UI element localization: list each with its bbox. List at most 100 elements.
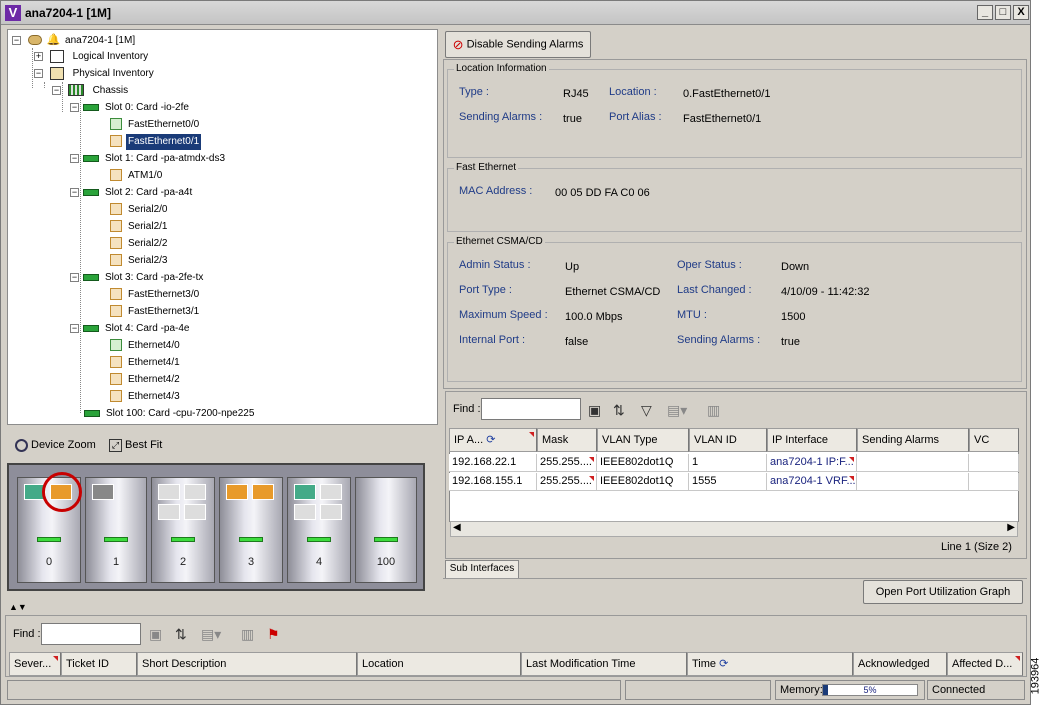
sort-icon[interactable]: ⇅: [175, 626, 187, 642]
col-sending-alarms[interactable]: Sending Alarms: [857, 428, 969, 452]
save-icon[interactable]: ▣: [588, 402, 601, 418]
collapse-icon[interactable]: −: [70, 154, 79, 163]
table-cell[interactable]: IEEE802dot1Q: [597, 473, 689, 491]
table-cell-link[interactable]: ana7204-1 VRF...: [767, 473, 857, 491]
table-cell[interactable]: 192.168.22.1: [449, 454, 537, 472]
col-last-modification-time[interactable]: Last Modification Time: [521, 652, 687, 676]
export-icon[interactable]: ▤▾: [667, 402, 687, 418]
port-icon: [110, 339, 122, 352]
collapse-icon[interactable]: −: [70, 324, 79, 333]
chassis-slot-1[interactable]: 1: [85, 477, 147, 583]
cell-text: ana7204-1 IP:F...: [770, 456, 854, 468]
horizontal-scrollbar[interactable]: ◀ ▶: [450, 521, 1018, 537]
chassis-slot-4[interactable]: 4: [287, 477, 351, 583]
tab-sub-interfaces[interactable]: Sub Interfaces: [445, 560, 519, 578]
scroll-right-icon[interactable]: ▶: [1007, 522, 1015, 533]
properties-icon[interactable]: ▥: [707, 402, 720, 418]
col-time[interactable]: Time ⟳: [687, 652, 853, 676]
port-module: [184, 504, 206, 520]
collapse-icon[interactable]: −: [70, 103, 79, 112]
col-ticket-id[interactable]: Ticket ID: [61, 652, 137, 676]
col-acknowledged[interactable]: Acknowledged: [853, 652, 947, 676]
tree-node-slot4[interactable]: − Slot 4: Card -pa-4e: [70, 321, 192, 337]
expand-icon[interactable]: +: [34, 52, 43, 61]
table-cell[interactable]: 1555: [689, 473, 767, 491]
tree-node-slot100[interactable]: Slot 100: Card -cpu-7200-npe225: [84, 406, 256, 422]
export-icon[interactable]: ▤▾: [201, 626, 221, 642]
table-cell[interactable]: 255.255....: [537, 454, 597, 472]
tree-node-fastethernet0-1[interactable]: FastEthernet0/1: [110, 134, 202, 150]
scroll-left-icon[interactable]: ◀: [453, 522, 461, 533]
maximize-button[interactable]: □: [995, 5, 1011, 20]
tree-node-root[interactable]: − 🔔 ana7204-1 [1M]: [12, 32, 137, 48]
group-title: Location Information: [454, 63, 549, 74]
internal-port-label: Internal Port :: [459, 334, 526, 346]
tree-node-ethernet4-3[interactable]: Ethernet4/3: [110, 389, 182, 405]
col-ip-interface[interactable]: IP Interface: [767, 428, 857, 452]
table-cell[interactable]: [969, 473, 1019, 491]
tree-node-logical-inventory[interactable]: + Logical Inventory: [34, 49, 150, 65]
save-icon[interactable]: ▣: [149, 626, 162, 642]
table-cell[interactable]: 1: [689, 454, 767, 472]
table-cell-link[interactable]: ana7204-1 IP:F...: [767, 454, 857, 472]
tree-node-fastethernet3-0[interactable]: FastEthernet3/0: [110, 287, 201, 303]
tree-node-serial2-2[interactable]: Serial2/2: [110, 236, 169, 252]
col-mask[interactable]: Mask: [537, 428, 597, 452]
chassis-slot-0[interactable]: 0: [17, 472, 82, 583]
table-cell[interactable]: [857, 454, 969, 472]
best-fit-button[interactable]: ⤢ Best Fit: [109, 435, 171, 457]
collapse-icon[interactable]: −: [70, 188, 79, 197]
col-vlan-type[interactable]: VLAN Type: [597, 428, 689, 452]
col-vc[interactable]: VC: [969, 428, 1019, 452]
collapse-icon[interactable]: −: [34, 69, 43, 78]
tree-node-slot0[interactable]: − Slot 0: Card -io-2fe: [70, 100, 191, 116]
tree-node-serial2-1[interactable]: Serial2/1: [110, 219, 169, 235]
chassis-slot-2[interactable]: 2: [151, 477, 215, 583]
tree-label-physical: Physical Inventory: [72, 68, 154, 79]
filter-icon[interactable]: ▽: [641, 402, 652, 418]
tree-label-logical: Logical Inventory: [72, 51, 149, 62]
tree-node-physical-inventory[interactable]: − Physical Inventory: [34, 66, 156, 82]
table-cell[interactable]: [857, 473, 969, 491]
sort-icon[interactable]: ⇅: [613, 402, 625, 418]
table-cell[interactable]: 255.255....: [537, 473, 597, 491]
device-zoom-button[interactable]: Device Zoom: [15, 435, 103, 457]
collapse-icon[interactable]: −: [52, 86, 61, 95]
tree-node-slot3[interactable]: − Slot 3: Card -pa-2fe-tx: [70, 270, 205, 286]
col-location[interactable]: Location: [357, 652, 521, 676]
col-label: Mask: [542, 434, 569, 446]
tree-node-ethernet4-2[interactable]: Ethernet4/2: [110, 372, 182, 388]
tree-node-serial2-0[interactable]: Serial2/0: [110, 202, 169, 218]
tree-node-slot2[interactable]: − Slot 2: Card -pa-a4t: [70, 185, 194, 201]
collapse-icon[interactable]: −: [70, 273, 79, 282]
splitter-arrows-icon[interactable]: ▲▼: [9, 603, 27, 612]
open-port-utilization-graph-button[interactable]: Open Port Utilization Graph: [863, 580, 1023, 604]
subif-find-input[interactable]: [481, 398, 581, 420]
chassis-slot-3[interactable]: 3: [219, 477, 283, 583]
col-short-description[interactable]: Short Description: [137, 652, 357, 676]
col-vlan-id[interactable]: VLAN ID: [689, 428, 767, 452]
tree-node-serial2-3[interactable]: Serial2/3: [110, 253, 169, 269]
tree-node-atm1-0[interactable]: ATM1/0: [110, 168, 164, 184]
properties-icon[interactable]: ▥: [241, 626, 254, 642]
close-button[interactable]: X: [1013, 5, 1029, 20]
tree-node-slot1[interactable]: − Slot 1: Card -pa-atmdx-ds3: [70, 151, 227, 167]
tree-node-ethernet4-0[interactable]: Ethernet4/0: [110, 338, 182, 354]
table-cell[interactable]: 192.168.155.1: [449, 473, 537, 491]
table-cell[interactable]: [969, 454, 1019, 472]
collapse-icon[interactable]: −: [12, 36, 21, 45]
tickets-find-input[interactable]: [41, 623, 141, 645]
truncated-marker-icon: [589, 476, 594, 481]
disable-sending-alarms-button[interactable]: ⊘ Disable Sending Alarms: [445, 31, 591, 58]
tree-node-fastethernet3-1[interactable]: FastEthernet3/1: [110, 304, 201, 320]
tree-node-chassis[interactable]: − Chassis: [52, 83, 130, 99]
alarm-filter-icon[interactable]: ⚑: [267, 626, 280, 642]
col-severity[interactable]: Sever...: [9, 652, 61, 676]
chassis-slot-100[interactable]: 100: [355, 477, 417, 583]
tree-node-ethernet4-1[interactable]: Ethernet4/1: [110, 355, 182, 371]
tree-node-fastethernet0-0[interactable]: FastEthernet0/0: [110, 117, 201, 133]
col-ip-address[interactable]: IP A... ⟳: [449, 428, 537, 452]
col-affected-devices[interactable]: Affected D...: [947, 652, 1023, 676]
table-cell[interactable]: IEEE802dot1Q: [597, 454, 689, 472]
minimize-button[interactable]: _: [977, 5, 993, 20]
